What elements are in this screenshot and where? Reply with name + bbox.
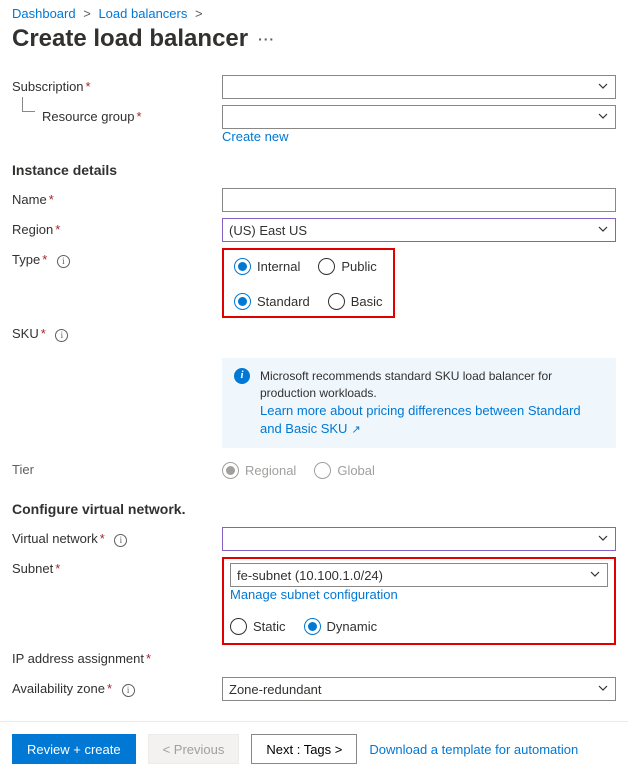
vnet-select[interactable] [222, 527, 616, 551]
label-avail-zone: Availability zone* i [12, 677, 222, 697]
info-icon: i [234, 368, 250, 384]
chevron-down-icon [589, 568, 601, 580]
radio-type-public[interactable]: Public [318, 258, 376, 275]
chevron-down-icon [597, 80, 609, 92]
breadcrumb: Dashboard > Load balancers > [12, 6, 616, 21]
region-select[interactable]: (US) East US [222, 218, 616, 242]
footer: Review + create < Previous Next : Tags >… [0, 721, 628, 776]
label-sku: SKU* i [12, 322, 222, 342]
chevron-right-icon: > [83, 6, 91, 21]
info-icon[interactable]: i [122, 684, 135, 697]
chevron-right-icon: > [195, 6, 203, 21]
label-subscription: Subscription* [12, 75, 222, 94]
next-button[interactable]: Next : Tags > [251, 734, 357, 764]
breadcrumb-load-balancers[interactable]: Load balancers [98, 6, 187, 21]
previous-button: < Previous [148, 734, 240, 764]
external-link-icon: ↗ [351, 424, 360, 436]
label-vnet: Virtual network* i [12, 527, 222, 547]
subnet-select[interactable]: fe-subnet (10.100.1.0/24) [230, 563, 608, 587]
sku-pricing-link[interactable]: Learn more about pricing differences bet… [260, 403, 581, 436]
download-template-link[interactable]: Download a template for automation [369, 742, 578, 757]
radio-sku-basic[interactable]: Basic [328, 293, 383, 310]
info-icon[interactable]: i [114, 534, 127, 547]
label-ip-assign: IP address assignment* [12, 647, 222, 666]
page-title: Create load balancer ··· [12, 25, 616, 53]
label-tier: Tier [12, 458, 222, 477]
chevron-down-icon [597, 110, 609, 122]
radio-tier-regional: Regional [222, 462, 296, 479]
subscription-select[interactable] [222, 75, 616, 99]
chevron-down-icon [597, 532, 609, 544]
label-region: Region* [12, 218, 222, 237]
label-name: Name* [12, 188, 222, 207]
sku-info-box: i Microsoft recommends standard SKU load… [222, 358, 616, 448]
radio-ip-static[interactable]: Static [230, 618, 286, 635]
breadcrumb-dashboard[interactable]: Dashboard [12, 6, 76, 21]
name-input[interactable] [222, 188, 616, 212]
label-type: Type* i [12, 248, 222, 268]
radio-type-internal[interactable]: Internal [234, 258, 300, 275]
chevron-down-icon [597, 223, 609, 235]
section-instance-details: Instance details [12, 162, 616, 178]
info-icon[interactable]: i [55, 329, 68, 342]
resource-group-select[interactable] [222, 105, 616, 129]
radio-tier-global: Global [314, 462, 375, 479]
create-new-link[interactable]: Create new [222, 129, 288, 144]
label-resource-group: Resource group* [12, 105, 222, 124]
info-icon[interactable]: i [57, 255, 70, 268]
label-subnet: Subnet* [12, 557, 222, 576]
radio-sku-standard[interactable]: Standard [234, 293, 310, 310]
avail-zone-select[interactable]: Zone-redundant [222, 677, 616, 701]
chevron-down-icon [597, 682, 609, 694]
section-configure-vnet: Configure virtual network. [12, 501, 616, 517]
more-icon[interactable]: ··· [258, 31, 275, 47]
manage-subnet-link[interactable]: Manage subnet configuration [230, 587, 398, 602]
radio-ip-dynamic[interactable]: Dynamic [304, 618, 378, 635]
review-create-button[interactable]: Review + create [12, 734, 136, 764]
